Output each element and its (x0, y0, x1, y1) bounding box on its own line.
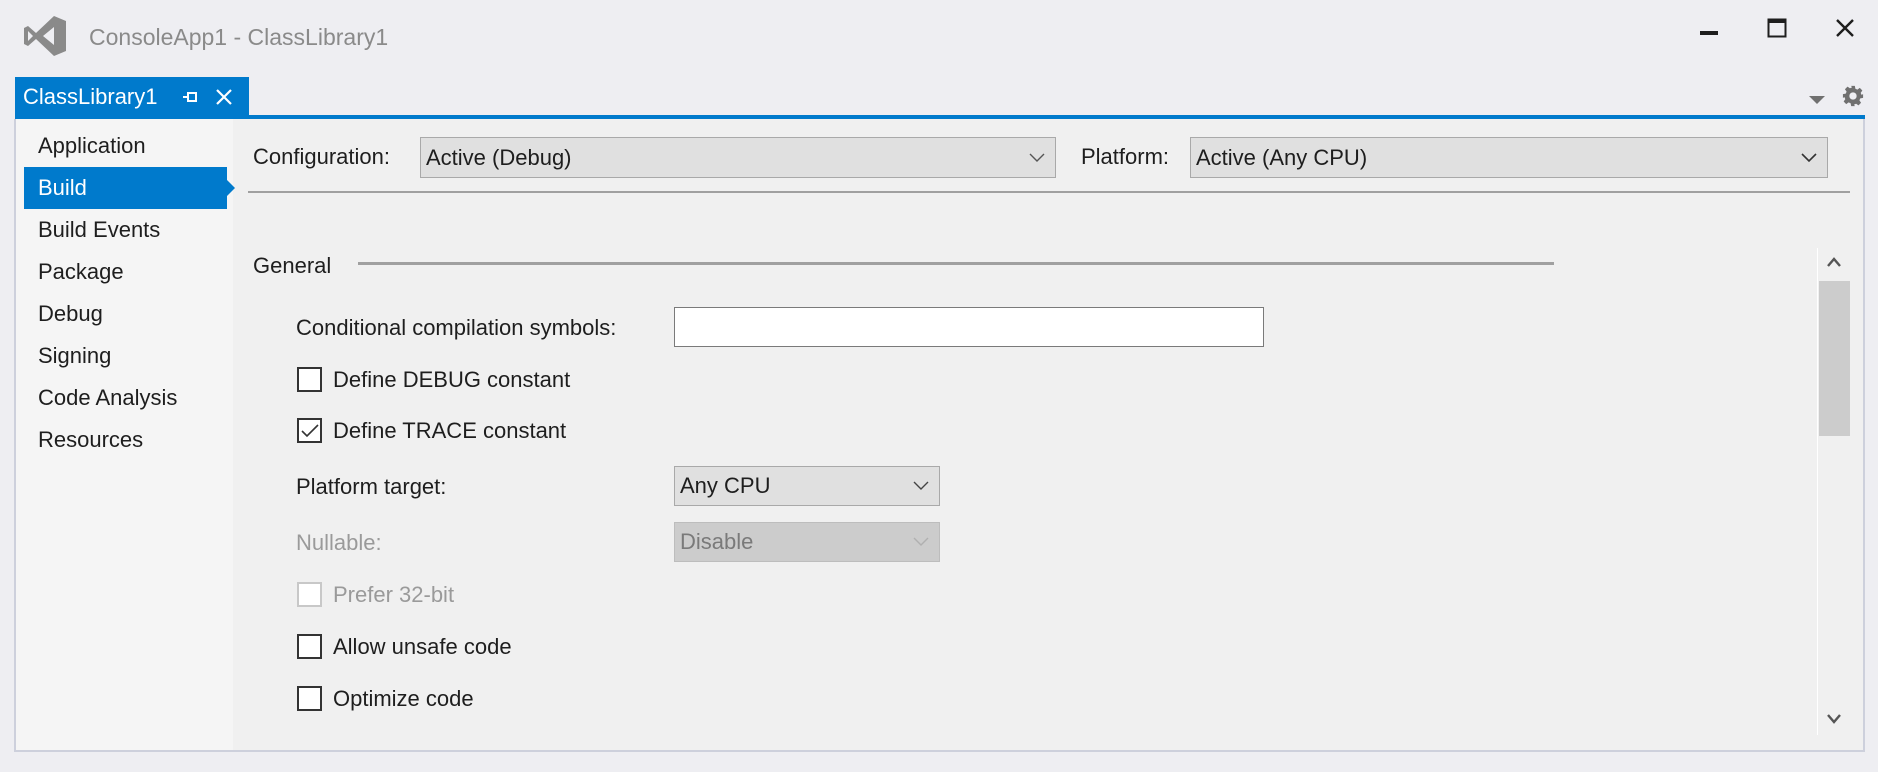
scrollbar-thumb[interactable] (1819, 281, 1850, 436)
chevron-down-icon (913, 537, 929, 546)
chevron-down-icon (913, 481, 929, 490)
tab-overflow-dropdown-icon[interactable] (1807, 93, 1827, 107)
configuration-dropdown[interactable]: Active (Debug) (420, 137, 1056, 178)
document-tab-label: ClassLibrary1 (23, 83, 158, 109)
document-tab[interactable]: ClassLibrary1 (15, 77, 249, 116)
maximize-icon (1767, 18, 1787, 38)
close-tab-icon[interactable] (214, 87, 234, 107)
optimize-code-checkbox[interactable] (297, 686, 322, 711)
gear-icon[interactable] (1842, 85, 1864, 107)
property-pages-sidebar: Application Build Build Events Package D… (16, 119, 235, 750)
configuration-label: Configuration: (253, 144, 390, 169)
allow-unsafe-label: Allow unsafe code (333, 634, 512, 659)
platform-target-label: Platform target: (296, 474, 447, 499)
sidebar-item-build-events[interactable]: Build Events (24, 209, 227, 251)
scroll-up-arrow-icon[interactable] (1826, 256, 1842, 268)
define-trace-label: Define TRACE constant (333, 418, 567, 443)
sidebar-item-application[interactable]: Application (24, 125, 227, 167)
sidebar-item-resources[interactable]: Resources (24, 419, 227, 461)
sidebar-item-debug[interactable]: Debug (24, 293, 227, 335)
sidebar-item-build[interactable]: Build (24, 167, 235, 209)
define-debug-label: Define DEBUG constant (333, 367, 571, 392)
platform-target-dropdown[interactable]: Any CPU (674, 466, 940, 506)
visual-studio-logo-icon (24, 16, 66, 56)
config-separator (248, 191, 1850, 193)
nullable-value: Disable (680, 529, 754, 554)
platform-label: Platform: (1081, 144, 1170, 169)
minimize-button[interactable] (1687, 10, 1731, 46)
optimize-code-label: Optimize code (333, 686, 474, 711)
sidebar-item-package[interactable]: Package (24, 251, 227, 293)
prefer-32bit-checkbox (297, 582, 322, 607)
platform-target-value: Any CPU (680, 473, 771, 498)
window-title: ConsoleApp1 - ClassLibrary1 (89, 24, 389, 50)
section-divider (358, 262, 1554, 265)
nullable-label: Nullable: (296, 530, 382, 555)
property-page-frame (14, 119, 1865, 752)
platform-value: Active (Any CPU) (1196, 144, 1368, 170)
conditional-symbols-label: Conditional compilation symbols: (296, 315, 617, 340)
vertical-scrollbar[interactable] (1817, 248, 1850, 735)
configuration-value: Active (Debug) (426, 144, 572, 170)
nullable-dropdown: Disable (674, 522, 940, 562)
define-trace-checkbox[interactable] (297, 418, 322, 443)
prefer-32bit-label: Prefer 32-bit (333, 582, 455, 607)
platform-dropdown[interactable]: Active (Any CPU) (1190, 137, 1828, 178)
pin-icon[interactable] (182, 88, 200, 106)
sidebar-item-code-analysis[interactable]: Code Analysis (24, 377, 227, 419)
section-title-general: General (253, 253, 332, 278)
chevron-down-icon (1801, 152, 1817, 162)
sidebar-item-signing[interactable]: Signing (24, 335, 227, 377)
checkmark-icon (300, 423, 319, 437)
minimize-icon (1700, 31, 1718, 35)
scroll-down-arrow-icon[interactable] (1826, 713, 1842, 725)
close-icon (1836, 19, 1854, 37)
conditional-symbols-input[interactable] (674, 307, 1264, 347)
allow-unsafe-checkbox[interactable] (297, 634, 322, 659)
define-debug-checkbox[interactable] (297, 367, 322, 392)
close-window-button[interactable] (1823, 10, 1867, 46)
maximize-button[interactable] (1755, 10, 1799, 46)
chevron-down-icon (1029, 153, 1045, 162)
